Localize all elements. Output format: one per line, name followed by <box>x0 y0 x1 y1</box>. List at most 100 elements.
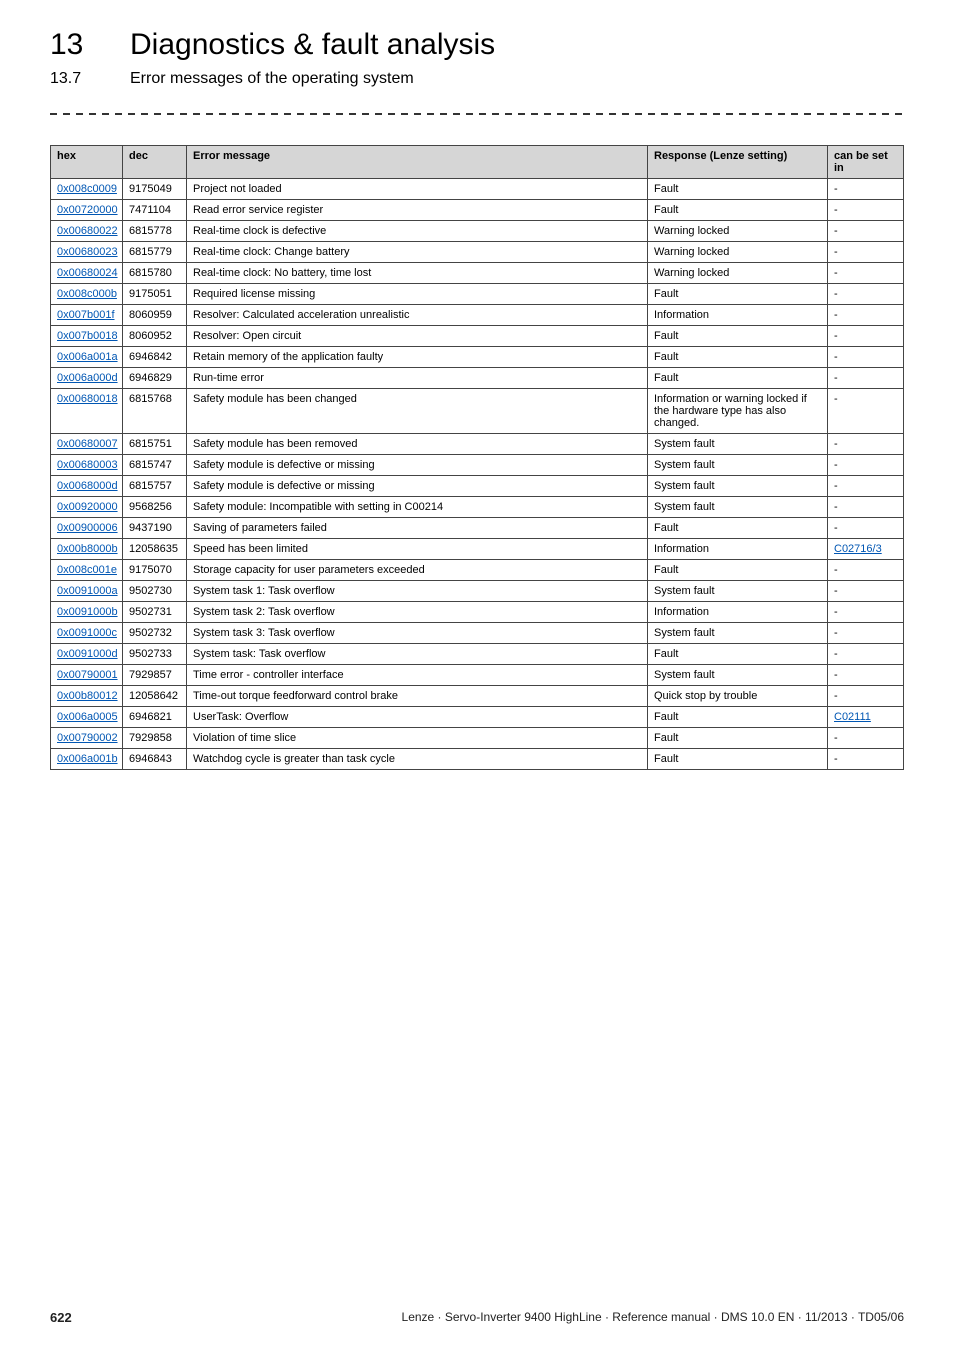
hex-link[interactable]: 0x00b8000b <box>57 543 118 555</box>
cell-dec: 8060952 <box>123 326 187 347</box>
table-row: 0x007900017929857Time error - controller… <box>51 665 904 686</box>
table-row: 0x007900027929858Violation of time slice… <box>51 728 904 749</box>
cell-dec: 9502733 <box>123 644 187 665</box>
cell-dec: 9502730 <box>123 581 187 602</box>
table-row: 0x00b8000b 12058635Speed has been limited… <box>51 539 904 560</box>
cell-dec: 6946821 <box>123 707 187 728</box>
cell-error-message: System task: Task overflow <box>187 644 648 665</box>
hex-link[interactable]: 0x006a001b <box>57 753 118 765</box>
cell-response: Fault <box>648 200 828 221</box>
set-link[interactable]: C02716/3 <box>834 543 882 555</box>
cell-can-be-set-in: - <box>828 581 904 602</box>
hex-link[interactable]: 0x0091000d <box>57 648 118 660</box>
cell-dec: 9175049 <box>123 179 187 200</box>
cell-response: Warning locked <box>648 263 828 284</box>
cell-can-be-set-in: - <box>828 368 904 389</box>
section-title: Diagnostics & fault analysis <box>130 30 495 60</box>
table-row: 0x0091000c9502732System task 3: Task ove… <box>51 623 904 644</box>
hex-link[interactable]: 0x00680018 <box>57 393 118 405</box>
table-row: 0x00b8001212058642Time-out torque feedfo… <box>51 686 904 707</box>
cell-hex: 0x00680018 <box>51 389 123 434</box>
hex-link[interactable]: 0x00680024 <box>57 267 118 279</box>
hex-link[interactable]: 0x00900006 <box>57 522 118 534</box>
hex-link[interactable]: 0x006a000d <box>57 372 118 384</box>
cell-error-message: Safety module has been removed <box>187 434 648 455</box>
hex-link[interactable]: 0x00680023 <box>57 246 118 258</box>
cell-response: Warning locked <box>648 221 828 242</box>
cell-hex: 0x00790002 <box>51 728 123 749</box>
hex-link[interactable]: 0x00680022 <box>57 225 118 237</box>
hex-link[interactable]: 0x00920000 <box>57 501 118 513</box>
cell-can-be-set-in: - <box>828 749 904 770</box>
hex-link[interactable]: 0x00680003 <box>57 459 118 471</box>
table-row: 0x009000069437190Saving of parameters fa… <box>51 518 904 539</box>
cell-can-be-set-in: - <box>828 305 904 326</box>
cell-hex: 0x0091000c <box>51 623 123 644</box>
table-row: 0x006a00056946821UserTask: OverflowFault… <box>51 707 904 728</box>
cell-response: Fault <box>648 284 828 305</box>
hex-link[interactable]: 0x00790002 <box>57 732 118 744</box>
hex-link[interactable]: 0x0091000b <box>57 606 118 618</box>
cell-can-be-set-in: - <box>828 602 904 623</box>
cell-dec: 9175070 <box>123 560 187 581</box>
cell-error-message: Time-out torque feedforward control brak… <box>187 686 648 707</box>
cell-dec: 9175051 <box>123 284 187 305</box>
cell-response: Fault <box>648 326 828 347</box>
col-header-set: can be set in <box>828 146 904 179</box>
hex-link[interactable]: 0x0091000a <box>57 585 118 597</box>
cell-dec: 6815757 <box>123 476 187 497</box>
cell-hex: 0x008c0009 <box>51 179 123 200</box>
hex-link[interactable]: 0x007b001f <box>57 309 115 321</box>
cell-hex: 0x00b80012 <box>51 686 123 707</box>
cell-error-message: Resolver: Calculated acceleration unreal… <box>187 305 648 326</box>
hex-link[interactable]: 0x00790001 <box>57 669 118 681</box>
cell-response: Warning locked <box>648 242 828 263</box>
cell-response: Fault <box>648 728 828 749</box>
cell-dec: 12058635 <box>123 539 187 560</box>
cell-response: Fault <box>648 368 828 389</box>
table-header-row: hex dec Error message Response (Lenze se… <box>51 146 904 179</box>
cell-hex: 0x0091000d <box>51 644 123 665</box>
cell-can-be-set-in: - <box>828 347 904 368</box>
hex-link[interactable]: 0x0091000c <box>57 627 117 639</box>
cell-response: System fault <box>648 623 828 644</box>
cell-dec: 6946842 <box>123 347 187 368</box>
set-link[interactable]: C02111 <box>834 711 871 723</box>
table-row: 0x006800246815780Real-time clock: No bat… <box>51 263 904 284</box>
cell-can-be-set-in: C02111 <box>828 707 904 728</box>
cell-error-message: Retain memory of the application faulty <box>187 347 648 368</box>
cell-hex: 0x0068000d <box>51 476 123 497</box>
section-number: 13 <box>50 30 100 60</box>
hex-link[interactable]: 0x0068000d <box>57 480 118 492</box>
cell-can-be-set-in: - <box>828 665 904 686</box>
hex-link[interactable]: 0x008c0009 <box>57 183 117 195</box>
page-number: 622 <box>50 1310 72 1325</box>
hex-link[interactable]: 0x006a0005 <box>57 711 118 723</box>
cell-hex: 0x00680024 <box>51 263 123 284</box>
hex-link[interactable]: 0x008c001e <box>57 564 117 576</box>
cell-hex: 0x006a0005 <box>51 707 123 728</box>
hex-link[interactable]: 0x007b0018 <box>57 330 118 342</box>
cell-can-be-set-in: - <box>828 284 904 305</box>
cell-hex: 0x008c001e <box>51 560 123 581</box>
hex-link[interactable]: 0x008c000b <box>57 288 117 300</box>
table-row: 0x0091000b9502731System task 2: Task ove… <box>51 602 904 623</box>
cell-error-message: Speed has been limited <box>187 539 648 560</box>
table-row: 0x006800036815747Safety module is defect… <box>51 455 904 476</box>
page-container: 13 Diagnostics & fault analysis 13.7 Err… <box>0 0 954 1350</box>
cell-dec: 9502731 <box>123 602 187 623</box>
cell-can-be-set-in: - <box>828 200 904 221</box>
hex-link[interactable]: 0x006a001a <box>57 351 118 363</box>
hex-link[interactable]: 0x00720000 <box>57 204 118 216</box>
cell-error-message: Storage capacity for user parameters exc… <box>187 560 648 581</box>
hex-link[interactable]: 0x00680007 <box>57 438 118 450</box>
cell-hex: 0x00680023 <box>51 242 123 263</box>
cell-can-be-set-in: - <box>828 644 904 665</box>
hex-link[interactable]: 0x00b80012 <box>57 690 118 702</box>
cell-dec: 6946829 <box>123 368 187 389</box>
cell-response: Fault <box>648 707 828 728</box>
cell-response: Fault <box>648 560 828 581</box>
cell-hex: 0x00720000 <box>51 200 123 221</box>
cell-response: Information <box>648 539 828 560</box>
subsection-title: Error messages of the operating system <box>130 70 414 88</box>
